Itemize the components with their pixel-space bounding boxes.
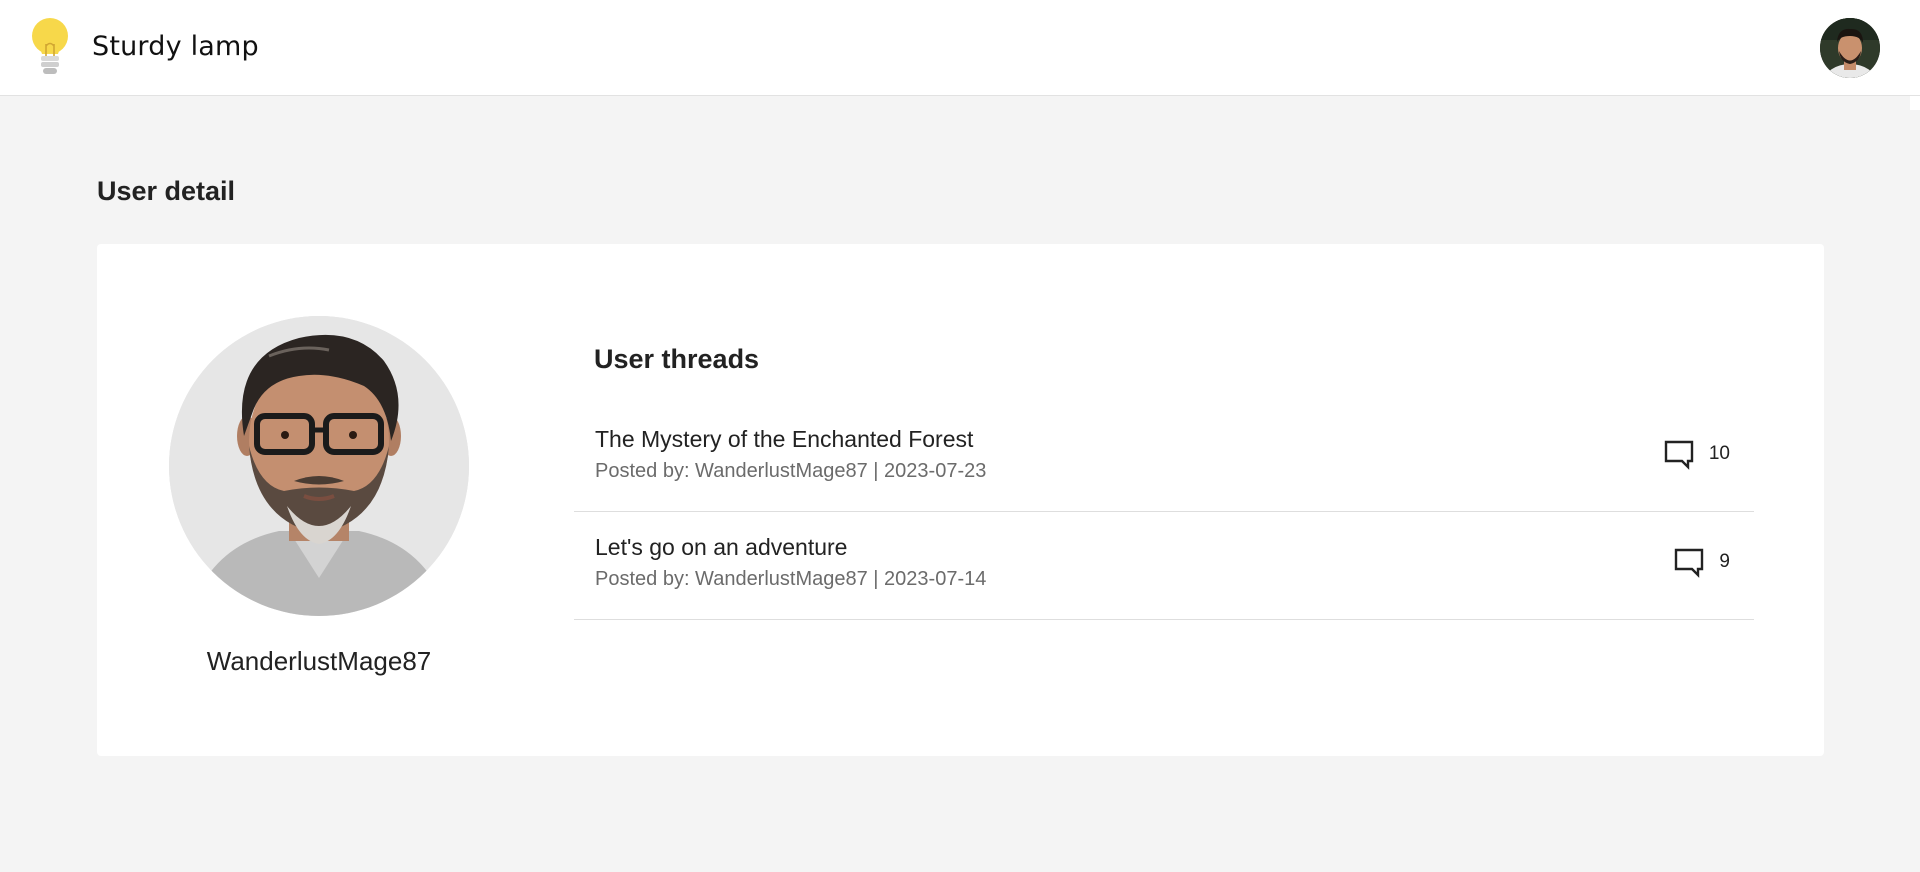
comment-icon bbox=[1673, 546, 1705, 578]
profile-username: WanderlustMage87 bbox=[206, 646, 432, 676]
threads-title: User threads bbox=[594, 344, 760, 374]
brand[interactable]: Sturdy lamp bbox=[26, 14, 259, 78]
thread-row[interactable]: The Mystery of the Enchanted Forest Post… bbox=[574, 404, 1754, 512]
thread-meta: Posted by: WanderlustMage87 | 2023-07-14 bbox=[595, 568, 987, 590]
user-detail-card: WanderlustMage87 User threads The Myster… bbox=[97, 244, 1824, 756]
lightbulb-icon bbox=[26, 14, 72, 78]
thread-row[interactable]: Let's go on an adventure Posted by: Wand… bbox=[574, 512, 1754, 620]
user-threads-section: User threads The Mystery of the Enchante… bbox=[574, 344, 1754, 620]
avatar-image bbox=[1820, 18, 1880, 78]
profile-image bbox=[169, 316, 469, 616]
comment-icon bbox=[1663, 438, 1695, 470]
thread-title[interactable]: The Mystery of the Enchanted Forest bbox=[595, 426, 973, 453]
user-avatar[interactable] bbox=[1820, 18, 1880, 78]
brand-name: Sturdy lamp bbox=[92, 30, 259, 62]
comment-count: 10 bbox=[1663, 438, 1730, 470]
profile-section: WanderlustMage87 bbox=[169, 316, 469, 677]
comment-count: 9 bbox=[1673, 546, 1730, 578]
top-bar: Sturdy lamp bbox=[0, 0, 1920, 96]
comment-count-value: 9 bbox=[1719, 551, 1730, 572]
page-title: User detail bbox=[97, 176, 236, 206]
thread-meta: Posted by: WanderlustMage87 | 2023-07-23 bbox=[595, 460, 987, 482]
thread-title[interactable]: Let's go on an adventure bbox=[595, 534, 847, 561]
profile-photo bbox=[169, 316, 469, 616]
comment-count-value: 10 bbox=[1708, 443, 1730, 464]
scrollbar-gap bbox=[1910, 96, 1920, 110]
